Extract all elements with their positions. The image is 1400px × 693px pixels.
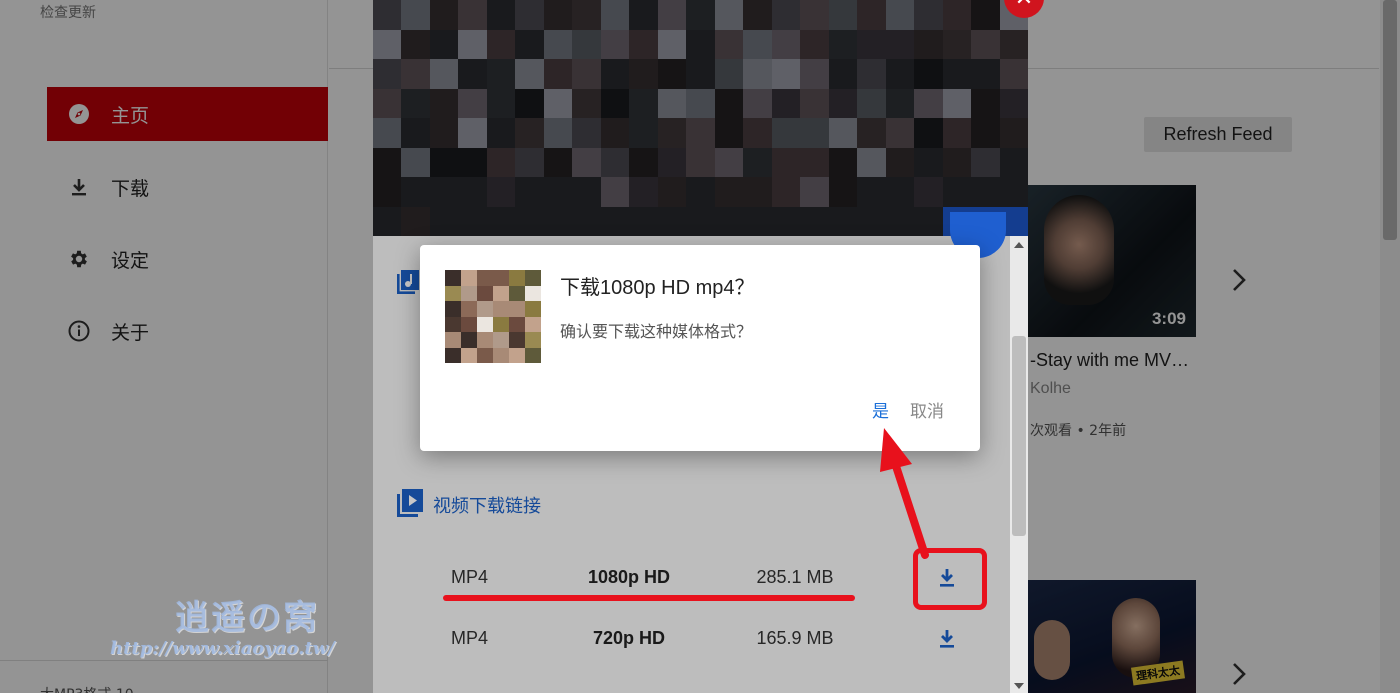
scrollbar-thumb[interactable] [1012,336,1026,536]
sheet-scrollbar[interactable] [1010,236,1028,693]
watermark: 逍遥の窝 http://www.xiaoyao.tw/ [110,590,390,670]
watermark-url: http://www.xiaoyao.tw/ [110,638,335,659]
dialog-message: 确认要下载这种媒体格式？ [560,322,753,341]
scroll-down-icon[interactable] [1014,683,1024,689]
annotation-arrow-icon [880,428,929,559]
confirm-button[interactable]: 是 [872,397,889,422]
watermark-logo: 逍遥の窝 [175,598,319,638]
cancel-button[interactable]: 取消 [910,397,944,422]
scroll-up-icon[interactable] [1014,242,1024,248]
annotation-underline [443,595,855,601]
dialog-title: 下载1080p HD mp4？ [560,277,755,299]
media-thumbnail [445,270,541,363]
